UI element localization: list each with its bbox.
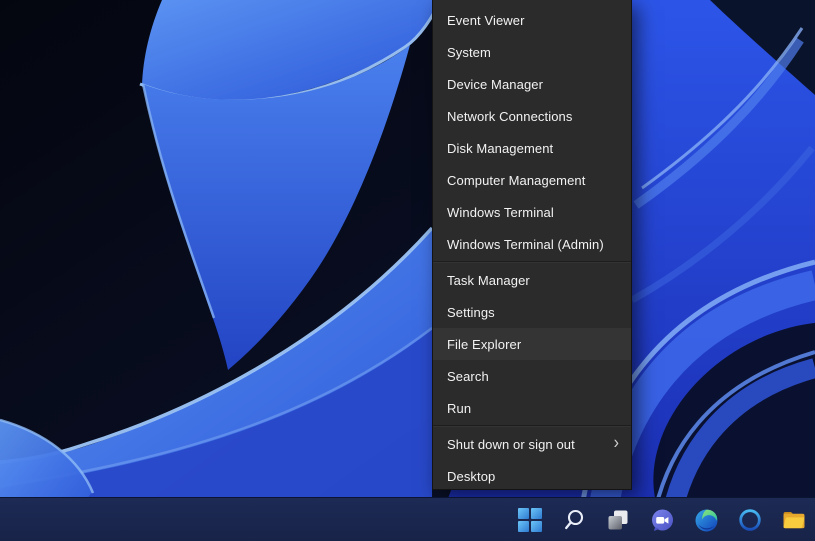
start-button[interactable]	[508, 498, 552, 541]
taskbar	[0, 497, 815, 541]
menu-item-desktop[interactable]: Desktop	[433, 460, 631, 492]
menu-item-shut-down-or-sign-out[interactable]: Shut down or sign out ›	[433, 428, 631, 460]
menu-separator	[433, 261, 631, 263]
file-explorer-button[interactable]	[772, 498, 815, 541]
menu-item-event-viewer[interactable]: Event Viewer	[433, 4, 631, 36]
taskbar-search-button[interactable]	[552, 498, 596, 541]
menu-item-network-connections[interactable]: Network Connections	[433, 100, 631, 132]
edge-button[interactable]	[684, 498, 728, 541]
task-view-button[interactable]	[596, 498, 640, 541]
task-view-icon	[608, 510, 628, 530]
menu-item-run[interactable]: Run	[433, 392, 631, 424]
search-icon	[565, 509, 584, 530]
menu-item-computer-management[interactable]: Computer Management	[433, 164, 631, 196]
menu-item-windows-terminal[interactable]: Windows Terminal	[433, 196, 631, 228]
taskbar-icons	[508, 498, 815, 541]
menu-item-device-manager[interactable]: Device Manager	[433, 68, 631, 100]
winx-context-menu: Event Viewer System Device Manager Netwo…	[432, 0, 632, 490]
menu-item-system[interactable]: System	[433, 36, 631, 68]
menu-item-search[interactable]: Search	[433, 360, 631, 392]
submenu-chevron-icon: ›	[613, 433, 619, 454]
menu-separator	[433, 425, 631, 427]
chat-button[interactable]	[640, 498, 684, 541]
file-explorer-folder-icon	[783, 512, 805, 529]
cortana-ring-icon	[739, 509, 761, 531]
menu-item-settings[interactable]: Settings	[433, 296, 631, 328]
cortana-button[interactable]	[728, 498, 772, 541]
desktop: Event Viewer System Device Manager Netwo…	[0, 0, 815, 541]
winx-group-session: Shut down or sign out › Desktop	[433, 428, 631, 492]
wallpaper-bloom-image	[0, 0, 815, 541]
winx-group-apps: Task Manager Settings File Explorer Sear…	[433, 264, 631, 424]
menu-item-disk-management[interactable]: Disk Management	[433, 132, 631, 164]
chat-video-icon	[651, 509, 673, 531]
edge-browser-icon	[695, 509, 717, 531]
menu-item-windows-terminal-admin[interactable]: Windows Terminal (Admin)	[433, 228, 631, 260]
windows-logo-icon	[518, 508, 542, 532]
menu-item-task-manager[interactable]: Task Manager	[433, 264, 631, 296]
winx-group-tools: Event Viewer System Device Manager Netwo…	[433, 4, 631, 260]
menu-item-file-explorer[interactable]: File Explorer	[433, 328, 631, 360]
